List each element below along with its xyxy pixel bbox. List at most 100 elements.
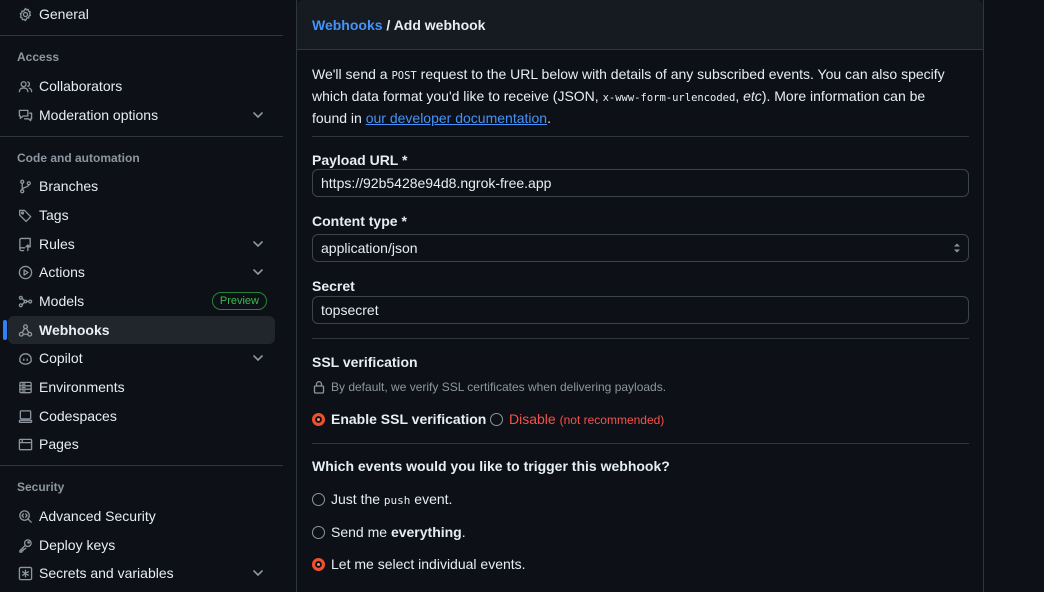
people-icon — [17, 78, 33, 94]
preview-badge: Preview — [211, 292, 267, 310]
sidebar-item-label: Tags — [39, 207, 69, 223]
sidebar-item-environments[interactable]: Environments — [8, 373, 275, 401]
sidebar-item-pages[interactable]: Pages — [8, 430, 275, 458]
git-branch-icon — [17, 178, 33, 194]
ssl-enable-radio[interactable]: Enable SSL verification — [312, 411, 486, 427]
sidebar-divider — [0, 465, 283, 466]
repo-push-icon — [17, 236, 33, 252]
sidebar-item-label: Codespaces — [39, 408, 117, 424]
select-arrows-icon — [954, 243, 960, 253]
codescan-icon — [17, 508, 33, 524]
content-type-label: Content type * — [312, 213, 407, 229]
event-everything-text: Send me — [331, 524, 391, 540]
form-divider — [312, 443, 969, 444]
ssl-enable-label: Enable SSL verification — [331, 411, 487, 427]
key-icon — [17, 537, 33, 553]
webhook-icon — [17, 322, 33, 338]
chevron-down-icon[interactable] — [251, 566, 265, 580]
sidebar-item-label: Pages — [39, 436, 79, 452]
payload-url-label: Payload URL * — [312, 152, 408, 168]
chevron-down-icon[interactable] — [251, 237, 265, 251]
sidebar-item-tags[interactable]: Tags — [8, 201, 275, 229]
tag-icon — [17, 207, 33, 223]
sidebar-item-label: Models — [39, 293, 85, 309]
breadcrumb-webhooks-link[interactable]: Webhooks — [312, 17, 383, 33]
panel-header: Webhooks / Add webhook — [297, 0, 983, 50]
sidebar-item-general[interactable]: General — [8, 0, 275, 28]
form-divider — [312, 338, 969, 339]
comment-discussion-icon — [17, 107, 33, 123]
radio-unchecked[interactable] — [312, 525, 325, 539]
event-push-radio[interactable]: Just the push event. — [312, 491, 452, 507]
sidebar-item-rules[interactable]: Rules — [8, 230, 275, 258]
content-type-selected-value: application/json — [321, 240, 418, 256]
event-everything-label: Send me everything. — [331, 524, 466, 540]
sidebar-item-label: Deploy keys — [39, 537, 116, 553]
sidebar-item-label: Branches — [39, 178, 99, 194]
ssl-disable-radio[interactable]: Disable (not recommended) — [490, 411, 664, 427]
sidebar-item-label: Rules — [39, 236, 75, 252]
radio-checked[interactable] — [312, 412, 325, 426]
sidebar-item-branches[interactable]: Branches — [8, 172, 275, 200]
copilot-icon — [17, 350, 33, 366]
ssl-disable-text: Disable — [509, 411, 556, 427]
page-title: Add webhook — [393, 17, 486, 33]
sidebar-item-deploy-keys[interactable]: Deploy keys — [8, 531, 275, 559]
intro-etc: etc — [743, 88, 762, 104]
radio-checked[interactable] — [312, 557, 325, 571]
ssl-note-text: By default, we verify SSL certificates w… — [331, 380, 667, 394]
intro-text-part: , — [735, 88, 744, 104]
section-title-code-automation: Code and automation — [17, 151, 140, 165]
event-push-text: Just the — [331, 491, 384, 507]
sidebar-item-label: General — [39, 6, 89, 22]
sidebar-item-label: Copilot — [39, 350, 83, 366]
settings-sidebar: General Access Collaborators Moderation … — [0, 0, 283, 592]
payload-url-input[interactable]: https://92b5428e94d8.ngrok-free.app — [312, 169, 969, 197]
radio-unchecked[interactable] — [490, 412, 503, 426]
chevron-down-icon[interactable] — [251, 265, 265, 279]
chevron-down-icon[interactable] — [251, 108, 265, 122]
secret-input[interactable]: topsecret — [312, 296, 969, 324]
secret-label: Secret — [312, 278, 355, 294]
play-icon — [17, 264, 33, 280]
ssl-disable-label: Disable (not recommended) — [509, 411, 664, 427]
sidebar-divider — [0, 35, 283, 36]
sidebar-item-webhooks[interactable]: Webhooks — [3, 316, 275, 344]
event-everything-radio[interactable]: Send me everything. — [312, 524, 466, 540]
sidebar-divider — [0, 136, 283, 137]
sidebar-item-label: Advanced Security — [39, 508, 156, 524]
intro-text-part: We'll send a — [312, 66, 392, 82]
sidebar-item-label: Moderation options — [39, 107, 159, 123]
sidebar-item-codespaces[interactable]: Codespaces — [8, 402, 275, 430]
event-select-radio[interactable]: Let me select individual events. — [312, 556, 526, 572]
sidebar-item-collaborators[interactable]: Collaborators — [8, 72, 275, 100]
sidebar-item-actions[interactable]: Actions — [8, 258, 275, 286]
sidebar-item-advanced-security[interactable]: Advanced Security — [8, 502, 275, 530]
ssl-disable-note: (not recommended) — [559, 413, 665, 427]
form-divider — [312, 136, 969, 137]
content-type-select[interactable]: application/json — [312, 234, 969, 262]
event-everything-text: . — [461, 524, 466, 540]
sidebar-item-models[interactable]: Models Preview — [8, 287, 275, 315]
radio-unchecked[interactable] — [312, 492, 325, 506]
browser-icon — [17, 436, 33, 452]
breadcrumb: Webhooks / Add webhook — [312, 17, 485, 33]
intro-code-post: POST — [391, 70, 417, 82]
sidebar-item-copilot[interactable]: Copilot — [8, 344, 275, 372]
sidebar-item-label: Collaborators — [39, 78, 123, 94]
section-title-access: Access — [17, 50, 60, 64]
developer-docs-link[interactable]: our developer documentation — [366, 110, 547, 126]
ssl-verification-label: SSL verification — [312, 354, 418, 370]
sidebar-item-moderation[interactable]: Moderation options — [8, 101, 275, 129]
ssl-note: By default, we verify SSL certificates w… — [312, 380, 666, 394]
ai-model-icon — [17, 293, 33, 309]
server-icon — [17, 379, 33, 395]
asterisk-icon — [17, 565, 33, 581]
event-select-label: Let me select individual events. — [331, 556, 526, 572]
sidebar-item-label: Actions — [39, 264, 85, 280]
chevron-down-icon[interactable] — [251, 351, 265, 365]
sidebar-item-secrets[interactable]: Secrets and variables — [8, 559, 275, 587]
events-label: Which events would you like to trigger t… — [312, 458, 670, 474]
event-push-text: event. — [410, 491, 453, 507]
gear-icon — [17, 6, 33, 22]
